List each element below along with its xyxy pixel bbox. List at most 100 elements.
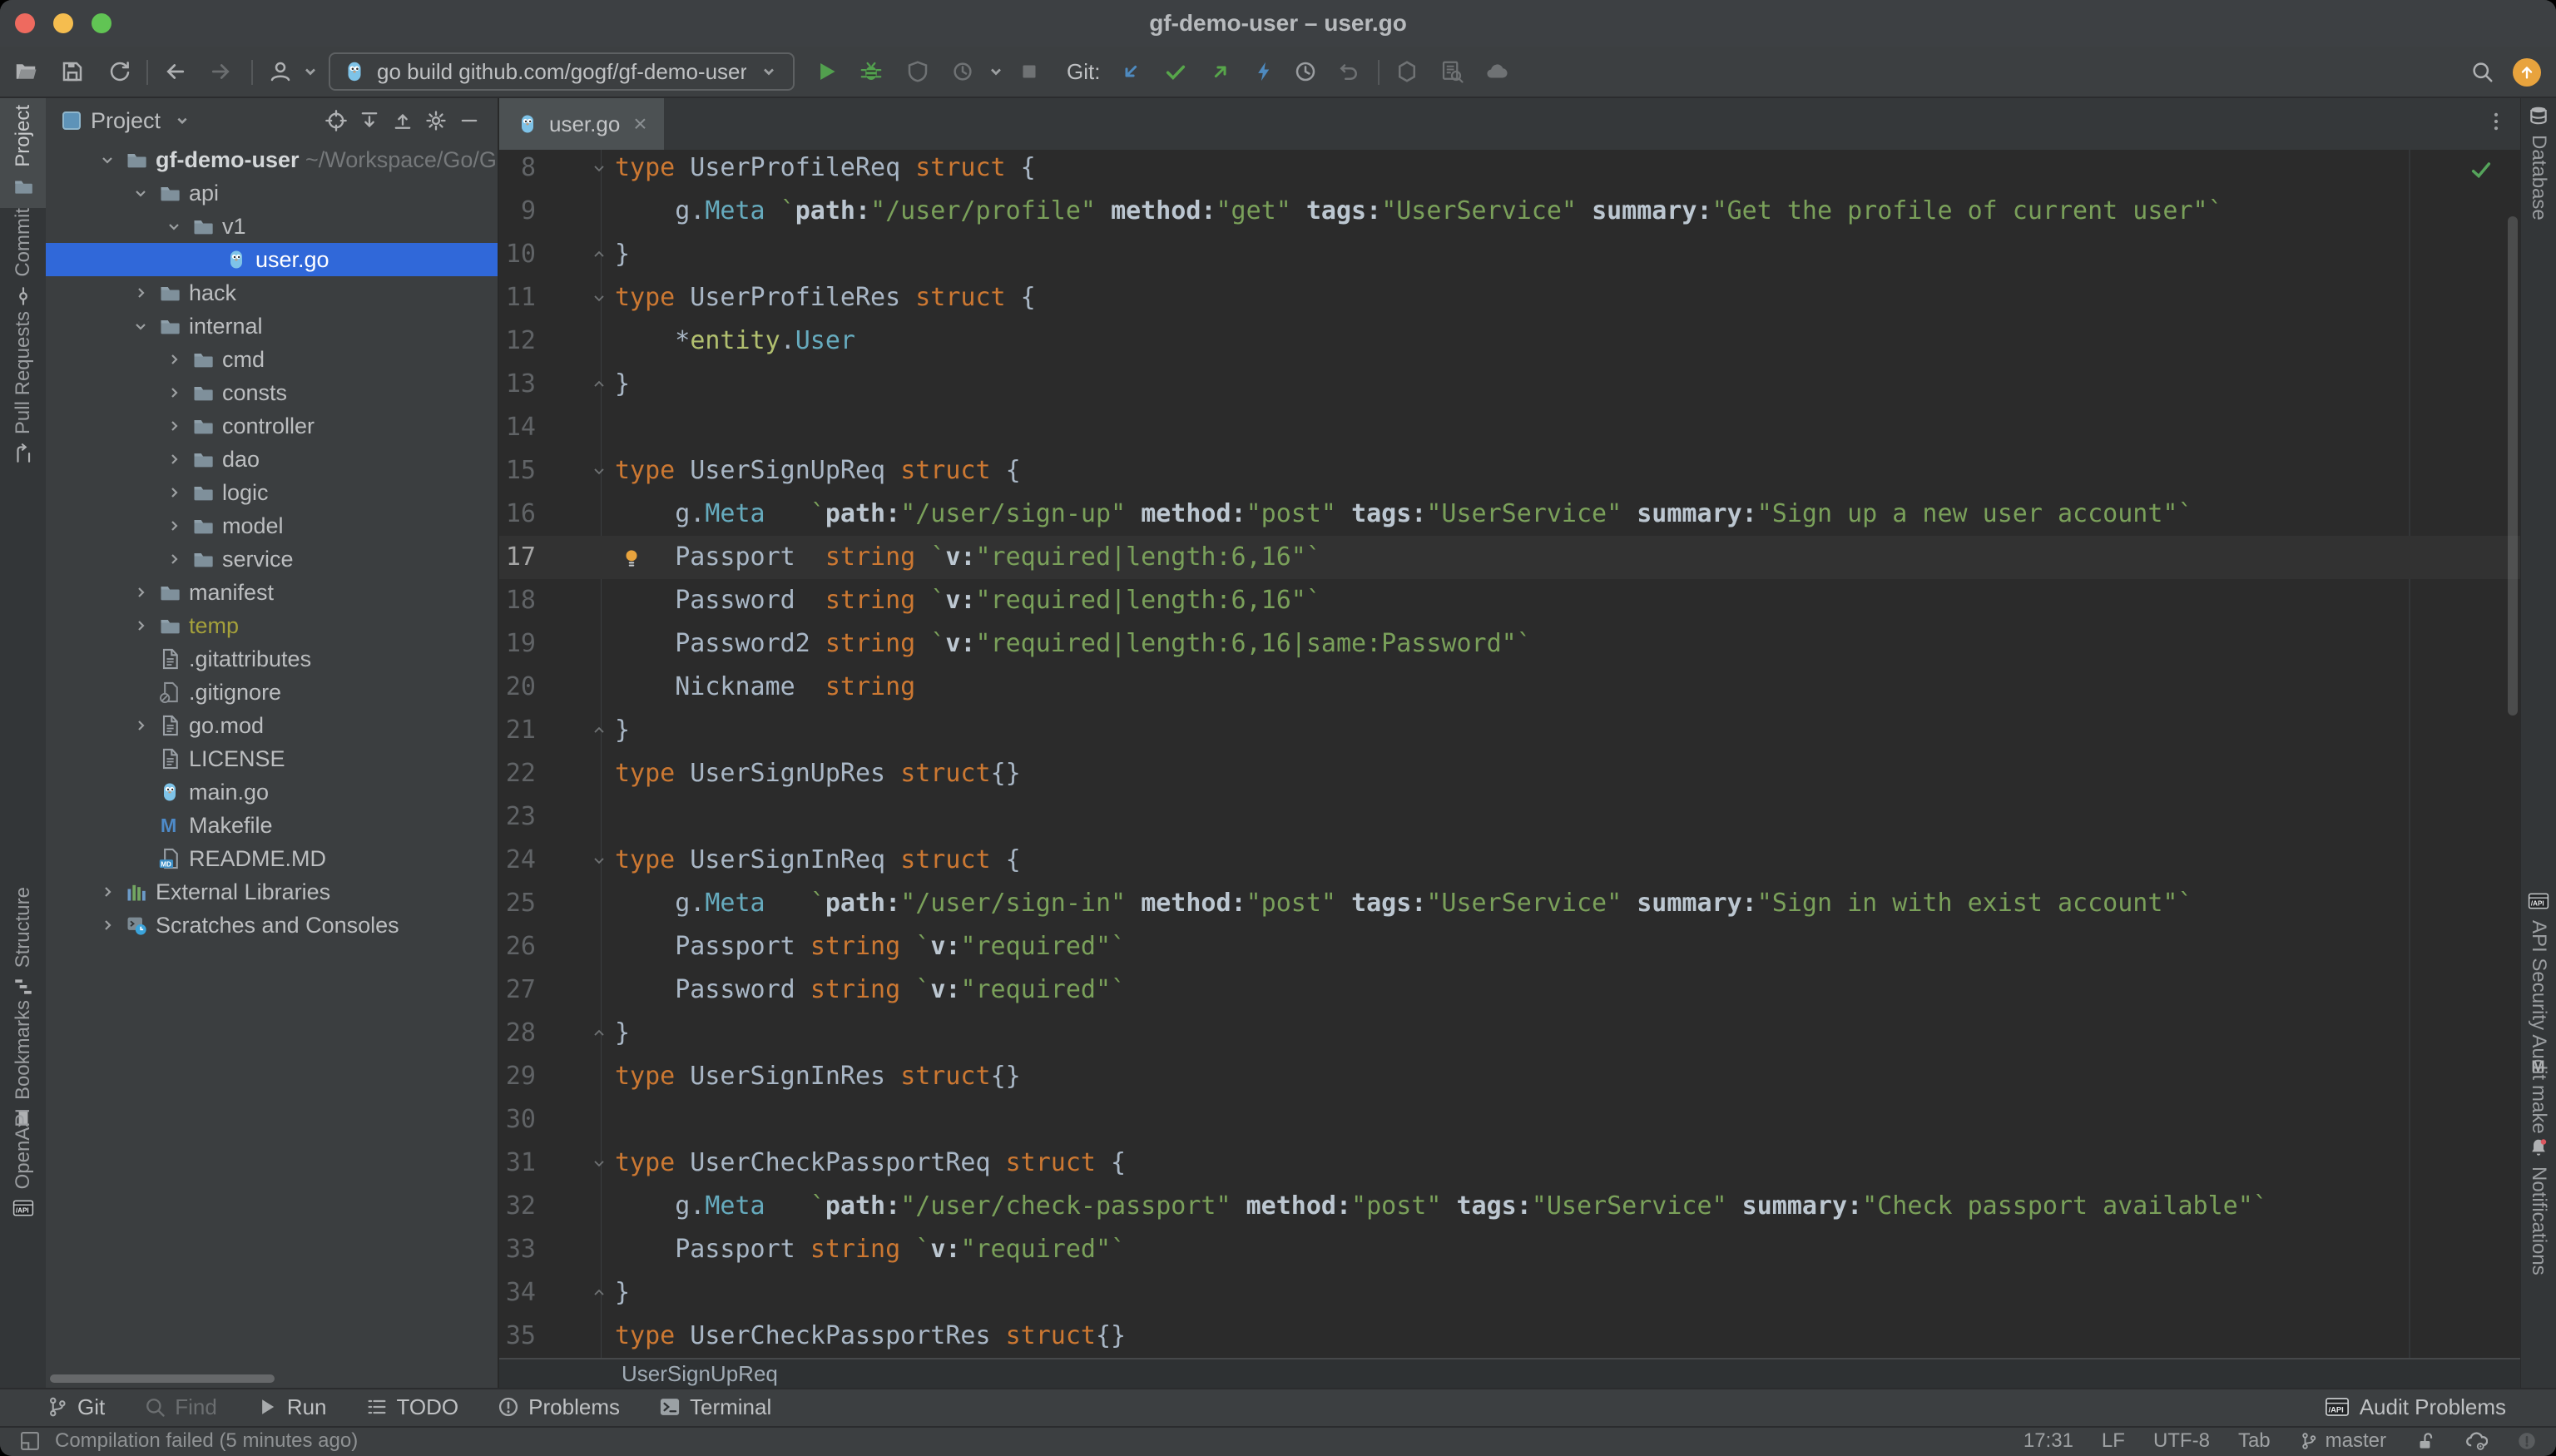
- shield-icon[interactable]: [1394, 59, 1419, 84]
- minimize-window-button[interactable]: [53, 13, 73, 33]
- line-number[interactable]: 14: [499, 406, 536, 449]
- code-line-31[interactable]: 31type UserCheckPassportReq struct {: [499, 1142, 2521, 1185]
- chevron-right-icon[interactable]: [164, 416, 184, 436]
- push-icon[interactable]: [1208, 59, 1233, 84]
- tree-item-user-go[interactable]: user.go: [46, 243, 498, 276]
- tree-item-temp[interactable]: temp: [46, 609, 498, 642]
- stripe-tab-pull-requests[interactable]: Pull Requests: [0, 305, 46, 448]
- close-icon[interactable]: ×: [633, 111, 646, 137]
- line-number[interactable]: 19: [499, 622, 536, 666]
- tool-window-button-todo[interactable]: TODO: [365, 1394, 459, 1420]
- hide-panel-icon[interactable]: [458, 109, 481, 132]
- line-number[interactable]: 27: [499, 968, 536, 1012]
- tree-item-controller[interactable]: controller: [46, 409, 498, 443]
- code-line-34[interactable]: 34}: [499, 1271, 2521, 1315]
- line-number[interactable]: 29: [499, 1055, 536, 1098]
- fold-end-icon[interactable]: [591, 376, 607, 393]
- tool-window-button-find[interactable]: Find: [143, 1394, 217, 1420]
- code-line-15[interactable]: 15type UserSignUpReq struct {: [499, 449, 2521, 493]
- tree-item-dao[interactable]: dao: [46, 443, 498, 476]
- tree-item-api[interactable]: api: [46, 176, 498, 210]
- chevron-right-icon[interactable]: [97, 915, 117, 935]
- tree-item-gitattributes[interactable]: .gitattributes: [46, 642, 498, 676]
- line-number[interactable]: 31: [499, 1142, 536, 1185]
- fold-end-icon[interactable]: [591, 1025, 607, 1042]
- tool-window-button-run[interactable]: Run: [255, 1394, 327, 1420]
- sync-icon[interactable]: [106, 59, 131, 84]
- code-editor[interactable]: 8type UserProfileReq struct {9 g.Meta `p…: [499, 150, 2521, 1358]
- chevron-right-icon[interactable]: [164, 483, 184, 503]
- notification-dot-icon[interactable]: [2516, 1430, 2538, 1452]
- tree-item-v1[interactable]: v1: [46, 210, 498, 243]
- chevron-down-icon[interactable]: [97, 150, 117, 170]
- gear-icon[interactable]: [424, 109, 448, 132]
- code-line-14[interactable]: 14: [499, 406, 2521, 449]
- tree-item-service[interactable]: service: [46, 542, 498, 576]
- code-line-17[interactable]: 17 Passport string `v:"required|length:6…: [499, 536, 2521, 579]
- code-line-12[interactable]: 12 *entity.User: [499, 319, 2521, 363]
- tree-item-scratches-and-consoles[interactable]: Scratches and Consoles: [46, 909, 498, 942]
- stripe-tab-notifications[interactable]: Notifications: [2521, 1130, 2556, 1296]
- run-config-select[interactable]: go build github.com/gogf/gf-demo-user/v2: [329, 52, 795, 91]
- chevron-right-icon[interactable]: [164, 516, 184, 536]
- locate-file-icon[interactable]: [324, 109, 348, 132]
- lock-open-icon[interactable]: [2415, 1430, 2436, 1452]
- chevron-right-icon[interactable]: [164, 383, 184, 403]
- tab-user-go[interactable]: user.go ×: [499, 98, 664, 150]
- breadcrumb[interactable]: UserSignUpReq: [499, 1358, 2521, 1388]
- line-number[interactable]: 22: [499, 752, 536, 795]
- line-number[interactable]: 24: [499, 839, 536, 882]
- chevron-down-icon[interactable]: [131, 183, 151, 203]
- code-line-22[interactable]: 22type UserSignUpRes struct{}: [499, 752, 2521, 795]
- line-number[interactable]: 11: [499, 276, 536, 319]
- code-line-33[interactable]: 33 Passport string `v:"required"`: [499, 1228, 2521, 1271]
- tree-item-internal[interactable]: internal: [46, 310, 498, 343]
- code-line-29[interactable]: 29type UserSignInRes struct{}: [499, 1055, 2521, 1098]
- user-icon[interactable]: [268, 59, 293, 84]
- expand-all-icon[interactable]: [358, 109, 381, 132]
- code-line-23[interactable]: 23: [499, 795, 2521, 839]
- chevron-down-icon[interactable]: [983, 59, 1008, 84]
- tree-item-cmd[interactable]: cmd: [46, 343, 498, 376]
- tree-item-hack[interactable]: hack: [46, 276, 498, 310]
- tree-item-license[interactable]: LICENSE: [46, 742, 498, 775]
- line-number[interactable]: 9: [499, 190, 536, 233]
- line-number[interactable]: 23: [499, 795, 536, 839]
- stripe-tab-bookmarks[interactable]: Bookmarks: [0, 993, 46, 1098]
- stripe-tab-make[interactable]: Mmake: [2521, 1048, 2556, 1133]
- update-badge-icon[interactable]: [2513, 58, 2541, 87]
- encoding-indicator[interactable]: UTF-8: [2153, 1429, 2210, 1453]
- chevron-down-icon[interactable]: [171, 109, 194, 132]
- line-number[interactable]: 20: [499, 666, 536, 709]
- tree-item-gf-demo-user[interactable]: gf-demo-user ~/Workspace/Go/GOP: [46, 143, 498, 176]
- git-branch-widget[interactable]: master: [2299, 1429, 2386, 1453]
- bolt-icon[interactable]: [1251, 59, 1276, 84]
- chevron-down-icon[interactable]: [298, 59, 323, 84]
- debug-icon[interactable]: [859, 59, 884, 84]
- chevron-right-icon[interactable]: [131, 616, 151, 636]
- tree-item-manifest[interactable]: manifest: [46, 576, 498, 609]
- tool-window-toggle-icon[interactable]: [18, 1429, 42, 1453]
- line-number[interactable]: 33: [499, 1228, 536, 1271]
- line-number[interactable]: 18: [499, 579, 536, 622]
- stripe-tab-commit[interactable]: Commit: [0, 201, 46, 300]
- tool-window-button-audit-problems[interactable]: /APIAudit Problems: [2325, 1394, 2506, 1420]
- line-number[interactable]: 8: [499, 150, 536, 190]
- project-panel-title[interactable]: Project: [91, 108, 161, 134]
- chevron-right-icon[interactable]: [164, 449, 184, 469]
- chevron-right-icon[interactable]: [131, 582, 151, 602]
- profiler-icon[interactable]: [950, 59, 975, 84]
- search-icon[interactable]: [2469, 59, 2494, 84]
- fold-end-icon[interactable]: [591, 722, 607, 739]
- line-number[interactable]: 28: [499, 1012, 536, 1055]
- tab-options-icon[interactable]: [2484, 110, 2508, 133]
- code-line-25[interactable]: 25 g.Meta `path:"/user/sign-in" method:"…: [499, 882, 2521, 925]
- stripe-tab-structure[interactable]: Structure: [0, 880, 46, 988]
- tree-item-consts[interactable]: consts: [46, 376, 498, 409]
- tree-item-go-mod[interactable]: go.mod: [46, 709, 498, 742]
- line-number[interactable]: 16: [499, 493, 536, 536]
- tree-item-main-go[interactable]: main.go: [46, 775, 498, 809]
- vertical-scrollbar[interactable]: [2508, 216, 2518, 716]
- tree-item-logic[interactable]: logic: [46, 476, 498, 509]
- line-ending-indicator[interactable]: LF: [2102, 1429, 2125, 1453]
